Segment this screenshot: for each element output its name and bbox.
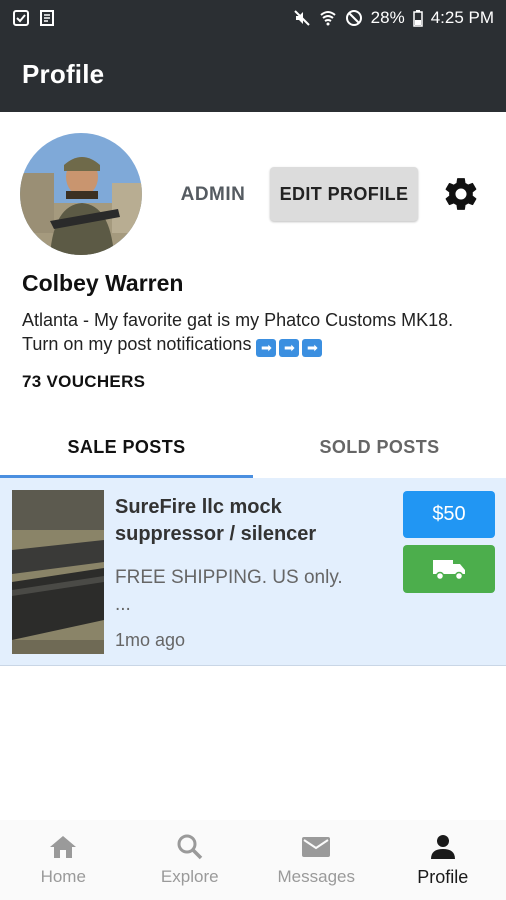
tab-sale-posts[interactable]: SALE POSTS (0, 416, 253, 478)
battery-percent: 28% (370, 8, 405, 27)
tab-sold-posts[interactable]: SOLD POSTS (253, 416, 506, 478)
post-tabs: SALE POSTS SOLD POSTS (0, 416, 506, 478)
document-icon (40, 10, 54, 26)
truck-icon (433, 560, 465, 581)
arrow-emoji: ➡ (279, 339, 300, 357)
post-description-ellipsis: ... (115, 594, 131, 615)
edit-profile-button[interactable]: EDIT PROFILE (270, 167, 418, 221)
nav-explore[interactable]: Explore (127, 820, 254, 900)
nav-label: Explore (160, 867, 219, 886)
gear-icon[interactable] (442, 175, 480, 213)
mute-icon (293, 10, 310, 26)
post-description: FREE SHIPPING. US only. ... (115, 564, 395, 618)
arrow-emoji: ➡ (302, 339, 323, 357)
checklist-icon (13, 10, 29, 26)
person-icon (430, 834, 455, 859)
nav-profile[interactable]: Profile (380, 820, 506, 900)
nav-messages[interactable]: Messages (253, 820, 380, 900)
arrow-emoji: ➡ (256, 339, 277, 357)
mail-icon (302, 837, 331, 857)
bottom-navigation: Home Explore Messages Profile (0, 820, 506, 900)
nav-label: Messages (277, 867, 355, 886)
battery-icon (412, 10, 423, 27)
avatar-photo (20, 133, 142, 255)
search-icon (177, 834, 202, 860)
list-item[interactable]: SureFire llc mock suppressor / silencer … (0, 478, 506, 666)
nav-label: Profile (417, 866, 469, 887)
clock: 4:25 PM (430, 8, 494, 27)
page-title: Profile (22, 58, 105, 89)
profile-name: Colbey Warren (22, 270, 184, 296)
bio-text: Atlanta - My favorite gat is my Phatco C… (22, 310, 454, 354)
avatar[interactable] (20, 133, 142, 255)
admin-button[interactable]: ADMIN (170, 170, 256, 220)
app-bar: Profile (0, 36, 506, 112)
post-thumbnail (12, 490, 104, 654)
price-button[interactable]: $50 (403, 491, 495, 538)
home-icon (50, 836, 77, 858)
post-description-text: FREE SHIPPING. US only. (115, 567, 343, 588)
post-time: 1mo ago (115, 630, 186, 650)
shipping-button[interactable] (403, 545, 495, 593)
suppressor-image (12, 490, 104, 654)
vouchers-count[interactable]: 73 VOUCHERS (22, 372, 145, 392)
nav-home[interactable]: Home (0, 820, 127, 900)
status-bar: 28% 4:25 PM (0, 0, 506, 36)
wifi-icon (320, 11, 336, 26)
nav-label: Home (40, 867, 86, 886)
no-sign-icon (345, 10, 362, 26)
post-title: SureFire llc mock suppressor / silencer (115, 496, 317, 545)
profile-bio: Atlanta - My favorite gat is my Phatco C… (22, 308, 482, 357)
